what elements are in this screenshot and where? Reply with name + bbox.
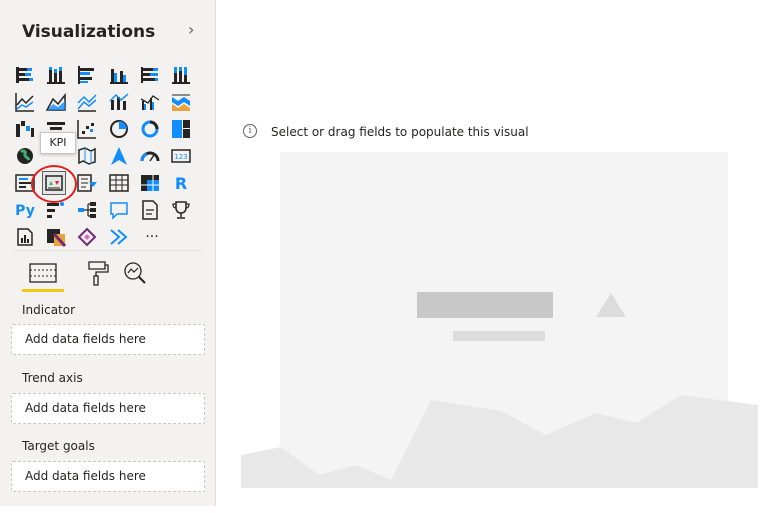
power-automate-icon[interactable]	[76, 226, 98, 248]
populate-hint: Select or drag fields to populate this v…	[271, 125, 529, 139]
pie-chart-icon[interactable]	[108, 118, 130, 140]
smart-narrative-icon[interactable]	[139, 199, 161, 221]
info-icon: i	[243, 124, 257, 138]
well-label-target-goals: Target goals	[22, 439, 95, 453]
format-tab[interactable]	[79, 258, 113, 288]
card-icon[interactable]: 123	[170, 145, 192, 167]
slicer-icon[interactable]	[76, 172, 98, 194]
chevron-right-icon[interactable]: ›	[188, 20, 194, 39]
pane-title: Visualizations	[22, 22, 156, 42]
analytics-magnifier-icon	[124, 262, 146, 284]
placeholder-goal-bar	[453, 331, 545, 341]
placeholder-trend-area	[241, 395, 758, 488]
treemap-icon[interactable]	[170, 118, 192, 140]
qa-icon[interactable]	[108, 199, 130, 221]
arcgis-icon[interactable]	[108, 226, 130, 248]
py-label: Py	[15, 203, 35, 219]
trend-axis-drop-zone[interactable]: Add data fields here	[11, 393, 205, 424]
scatter-chart-icon[interactable]	[76, 118, 98, 140]
target-goals-drop-zone[interactable]: Add data fields here	[11, 461, 205, 492]
well-label-trend-axis: Trend axis	[22, 371, 83, 385]
line-and-clustered-column-chart-icon[interactable]	[139, 91, 161, 113]
well-label-indicator: Indicator	[22, 303, 76, 317]
r-label: R	[175, 174, 187, 193]
python-visual-icon[interactable]: Py	[12, 199, 38, 221]
stacked-bar-chart-icon[interactable]	[14, 64, 36, 86]
fields-icon	[29, 263, 57, 283]
clustered-column-chart-icon[interactable]	[108, 64, 130, 86]
visualizations-pane: Visualizations › 123 R Py ··· KPI Indica…	[0, 0, 216, 506]
gauge-icon[interactable]	[139, 145, 161, 167]
matrix-icon[interactable]	[139, 172, 161, 194]
waterfall-chart-icon[interactable]	[14, 118, 36, 140]
azure-map-icon[interactable]	[108, 145, 130, 167]
key-influencers-icon[interactable]	[45, 199, 67, 221]
100-stacked-bar-chart-icon[interactable]	[139, 64, 161, 86]
table-icon[interactable]	[108, 172, 130, 194]
kpi-tooltip: KPI	[40, 132, 76, 154]
goals-icon[interactable]	[170, 199, 192, 221]
r-script-visual-icon[interactable]: R	[170, 172, 192, 194]
placeholder-trend-triangle	[596, 293, 626, 317]
analytics-tab[interactable]	[118, 258, 152, 288]
svg-text:123: 123	[174, 153, 187, 161]
stacked-area-chart-icon[interactable]	[76, 91, 98, 113]
ribbon-chart-icon[interactable]	[170, 91, 192, 113]
map-icon[interactable]	[14, 145, 36, 167]
fields-tab[interactable]	[26, 258, 60, 288]
decomposition-tree-icon[interactable]	[76, 199, 98, 221]
line-and-stacked-column-chart-icon[interactable]	[108, 91, 130, 113]
paginated-report-icon[interactable]	[14, 226, 36, 248]
placeholder-value-bar	[417, 292, 553, 318]
donut-chart-icon[interactable]	[139, 118, 161, 140]
power-apps-icon[interactable]	[45, 226, 67, 248]
area-chart-icon[interactable]	[45, 91, 67, 113]
clustered-bar-chart-icon[interactable]	[76, 64, 98, 86]
active-tab-underline	[22, 289, 64, 292]
format-paintbrush-icon	[88, 261, 109, 286]
indicator-drop-zone[interactable]: Add data fields here	[11, 324, 205, 355]
100-stacked-column-chart-icon[interactable]	[170, 64, 192, 86]
stacked-column-chart-icon[interactable]	[45, 64, 67, 86]
more-visuals-icon[interactable]: ···	[139, 226, 165, 248]
line-chart-icon[interactable]	[14, 91, 36, 113]
pane-divider	[14, 250, 202, 251]
shape-map-icon[interactable]	[76, 145, 98, 167]
kpi-icon[interactable]	[42, 171, 66, 195]
more-label: ···	[145, 229, 158, 245]
multi-row-card-icon[interactable]	[14, 172, 36, 194]
